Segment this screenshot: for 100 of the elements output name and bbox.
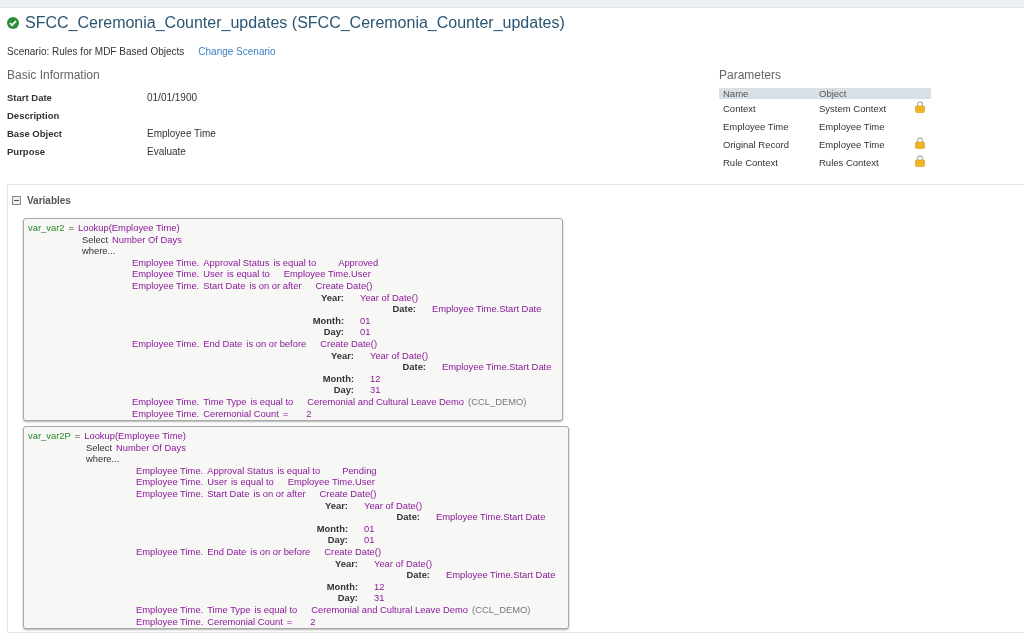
date-part-label: Month: [311,314,344,327]
condition-field: Time Type [207,604,251,616]
date-part-label: Day: [336,592,358,604]
table-cell-text: Rules Context [819,156,880,168]
condition-object: Employee Time. [136,615,204,628]
date-part-value: 01 [360,314,371,327]
table-cell-text: Context [723,102,757,114]
date-part-value: 01 [364,534,375,547]
field-value: Employee Time [147,127,216,139]
date-part-value: 12 [370,372,381,385]
select-keyword: Select [86,441,113,454]
condition-field: Approval Status [207,464,274,477]
field-label: Purpose [7,145,46,157]
table-cell-text: Employee Time [819,138,886,150]
date-part-label: Year: [330,349,354,362]
condition-value: Employee Time.User [283,268,371,280]
condition-operator: is equal to [250,395,294,408]
condition-object: Employee Time. [132,395,200,408]
column-header: Object [819,88,848,99]
variable-name: var_var2P [28,430,71,442]
where-keyword: where... [86,453,120,465]
change-scenario-link[interactable]: Change Scenario [198,46,276,57]
date-part-value: Year of Date() [360,291,418,304]
date-part-value: 01 [360,326,371,338]
lookup-function: Lookup(Employee Time) [77,222,180,234]
condition-field: End Date [207,546,247,558]
date-part-label: Date: [395,511,420,523]
field-label: Base Object [7,127,63,139]
condition-value: Create Date() [315,279,373,292]
condition-object: Employee Time. [136,546,204,558]
table-cell-text: Rule Context [723,156,779,168]
lookup-function: Lookup(Employee Time) [84,430,186,442]
condition-value: Create Date() [320,337,378,350]
condition-object: Employee Time. [132,256,200,269]
date-part-label: Date: [405,569,430,581]
condition-object: Employee Time. [132,268,200,280]
field-value: 01/01/1900 [147,91,198,103]
condition-object: Employee Time. [136,476,204,489]
section-heading: Parameters [719,68,783,82]
condition-value: Pending [342,464,377,477]
date-part-value: 12 [374,580,385,593]
condition-object: Employee Time. [132,279,200,292]
condition-field: Ceremonial Count [203,407,279,420]
condition-field: Ceremonial Count [207,615,283,628]
condition-value: 2 [310,615,316,628]
condition-field: Start Date [207,488,250,500]
check-circle-icon [7,17,19,29]
condition-object: Employee Time. [132,337,200,350]
date-part-label: Year: [334,557,358,570]
date-part-value: Employee Time.Start Date [446,569,556,581]
condition-operator: is equal to [227,268,270,280]
scenario-text: Scenario: Rules for MDF Based Objects [7,46,185,57]
rule-title: SFCC_Ceremonia_Counter_updates (SFCC_Ceremonia_Counter_updates) [25,14,565,32]
condition-operator: is equal to [231,476,274,489]
condition-operator: is equal to [254,604,298,616]
select-field: Number Of Days [116,441,186,454]
condition-code: (CCL_DEMO) [472,604,531,616]
date-part-label: Month: [321,372,354,385]
date-part-value: 01 [364,522,375,535]
date-part-label: Year: [324,499,348,512]
equals-sign: = [68,222,74,234]
date-part-label: Month: [325,580,358,593]
equals-sign: = [74,430,81,442]
date-part-value: Year of Date() [374,557,432,570]
date-part-label: Date: [401,361,426,373]
condition-value: Ceremonial and Cultural Leave Demo [311,604,469,616]
variable-name: var_var2 [28,222,65,234]
date-part-value: 31 [370,384,381,396]
table-cell-text: System Context [819,102,888,114]
condition-operator: is on or before [250,546,311,558]
column-header: Name [723,88,750,99]
date-part-value: Year of Date() [370,349,428,362]
condition-field: User [203,268,223,280]
condition-operator: is on or after [253,488,306,500]
date-part-value: Employee Time.Start Date [442,361,552,373]
condition-field: Start Date [203,279,246,292]
date-part-label: Month: [315,522,348,535]
condition-object: Employee Time. [132,407,200,420]
date-part-label: Day: [322,326,344,338]
condition-field: Approval Status [203,256,270,269]
date-part-value: Year of Date() [364,499,422,512]
table-cell-text: Original Record [723,138,790,150]
condition-operator: is equal to [277,464,321,477]
condition-value: 2 [306,407,312,420]
collapse-icon[interactable] [12,195,21,205]
condition-operator: = [286,615,293,628]
date-part-label: Year: [320,291,344,304]
condition-value: Approved [338,256,379,269]
where-keyword: where... [82,245,116,257]
date-part-label: Day: [332,384,354,396]
select-field: Number Of Days [112,233,182,246]
condition-value: Create Date() [319,488,377,500]
date-part-label: Day: [326,534,348,547]
condition-operator: is equal to [273,256,317,269]
condition-value: Ceremonial and Cultural Leave Demo [307,395,465,408]
field-value: Evaluate [147,145,186,157]
condition-object: Employee Time. [136,464,204,477]
section-heading: Basic Information [7,68,101,82]
condition-field: End Date [203,337,243,350]
condition-value: Create Date() [324,546,382,558]
